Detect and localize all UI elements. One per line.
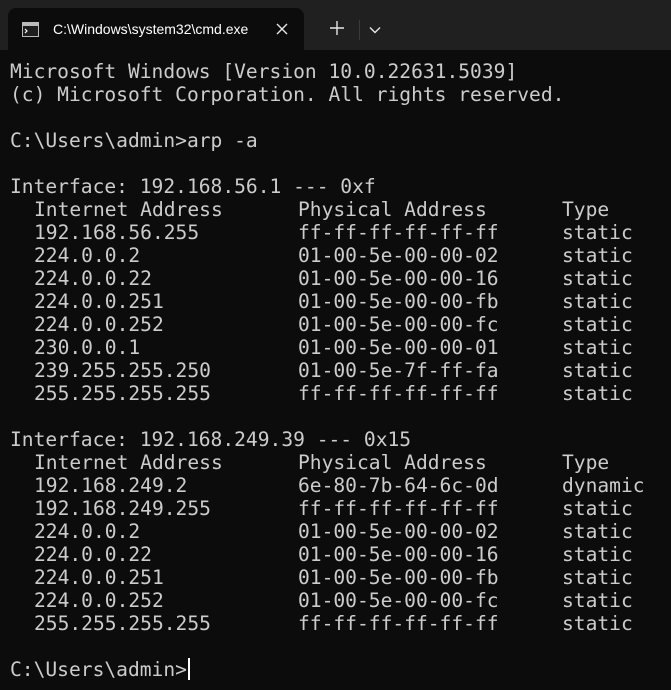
arp-entry-row: 255.255.255.255 ff-ff-ff-ff-ff-ff static xyxy=(10,612,671,635)
arp-mac: 6e-80-7b-64-6c-0d xyxy=(298,474,499,497)
arp-entry-row: 224.0.0.2 01-00-5e-00-00-02 static xyxy=(10,520,671,543)
arp-ip: 192.168.249.2 xyxy=(34,474,188,497)
arp-type: static xyxy=(562,313,633,336)
arp-mac: 01-00-5e-00-00-01 xyxy=(298,336,499,359)
terminal-output[interactable]: Microsoft Windows [Version 10.0.22631.50… xyxy=(0,50,671,690)
arp-ip: 255.255.255.255 xyxy=(34,612,211,635)
arp-mac: 01-00-5e-00-00-02 xyxy=(298,244,499,267)
arp-ip: 239.255.255.250 xyxy=(34,359,211,382)
terminal-window: C:\Windows\system32\cmd.exe Microsoft Wi… xyxy=(0,0,671,690)
arp-type: static xyxy=(562,267,633,290)
header-physical-address: Physical Address xyxy=(298,451,487,474)
new-tab-button[interactable] xyxy=(320,14,354,46)
arp-entry-row: 224.0.0.22 01-00-5e-00-00-16 static xyxy=(10,267,671,290)
arp-type: static xyxy=(562,382,633,405)
arp-type: static xyxy=(562,221,633,244)
column-header-row: Internet Address Physical Address Type xyxy=(10,451,671,474)
arp-entry-row: 192.168.56.255 ff-ff-ff-ff-ff-ff static xyxy=(10,221,671,244)
chevron-down-icon xyxy=(369,21,381,39)
arp-ip: 224.0.0.251 xyxy=(34,290,164,313)
column-header-row: Internet Address Physical Address Type xyxy=(10,198,671,221)
interface-header: Interface: 192.168.56.1 --- 0xf xyxy=(10,175,376,198)
arp-entry-row: 224.0.0.251 01-00-5e-00-00-fb static xyxy=(10,290,671,313)
arp-mac: 01-00-5e-00-00-fc xyxy=(298,313,499,336)
arp-mac: ff-ff-ff-ff-ff-ff xyxy=(298,221,499,244)
tab-bar: C:\Windows\system32\cmd.exe xyxy=(0,0,671,50)
arp-type: static xyxy=(562,612,633,635)
plus-icon xyxy=(330,20,344,40)
arp-type: static xyxy=(562,290,633,313)
arp-type: static xyxy=(562,336,633,359)
command-line: C:\Users\admin>arp -a xyxy=(10,129,258,152)
arp-ip: 192.168.249.255 xyxy=(34,497,211,520)
arp-ip: 224.0.0.252 xyxy=(34,589,164,612)
prompt-line[interactable]: C:\Users\admin> xyxy=(10,658,671,681)
arp-type: static xyxy=(562,359,633,382)
arp-entry-row: 192.168.249.2 6e-80-7b-64-6c-0d dynamic xyxy=(10,474,671,497)
arp-type: static xyxy=(562,589,633,612)
arp-type: static xyxy=(562,497,633,520)
cmd-icon xyxy=(22,21,39,37)
arp-mac: ff-ff-ff-ff-ff-ff xyxy=(298,382,499,405)
arp-entry-row: 230.0.0.1 01-00-5e-00-00-01 static xyxy=(10,336,671,359)
arp-mac: ff-ff-ff-ff-ff-ff xyxy=(298,497,499,520)
arp-mac: 01-00-5e-00-00-16 xyxy=(298,267,499,290)
tab-cmd[interactable]: C:\Windows\system32\cmd.exe xyxy=(8,8,304,50)
header-physical-address: Physical Address xyxy=(298,198,487,221)
arp-ip: 255.255.255.255 xyxy=(34,382,211,405)
arp-entry-row: 224.0.0.22 01-00-5e-00-00-16 static xyxy=(10,543,671,566)
arp-ip: 224.0.0.252 xyxy=(34,313,164,336)
arp-entry-row: 224.0.0.252 01-00-5e-00-00-fc static xyxy=(10,313,671,336)
arp-mac: 01-00-5e-00-00-fb xyxy=(298,566,499,589)
arp-entry-row: 192.168.249.255 ff-ff-ff-ff-ff-ff static xyxy=(10,497,671,520)
arp-type: static xyxy=(562,520,633,543)
arp-ip: 224.0.0.251 xyxy=(34,566,164,589)
arp-ip: 230.0.0.1 xyxy=(34,336,141,359)
arp-entry-row: 224.0.0.252 01-00-5e-00-00-fc static xyxy=(10,589,671,612)
arp-type: static xyxy=(562,566,633,589)
arp-entry-row: 239.255.255.250 01-00-5e-7f-ff-fa static xyxy=(10,359,671,382)
copyright-line: (c) Microsoft Corporation. All rights re… xyxy=(10,83,565,106)
interface-header: Interface: 192.168.249.39 --- 0x15 xyxy=(10,428,412,451)
arp-ip: 192.168.56.255 xyxy=(34,221,200,244)
arp-type: static xyxy=(562,244,633,267)
header-internet-address: Internet Address xyxy=(34,451,223,474)
arp-mac: 01-00-5e-00-00-fc xyxy=(298,589,499,612)
header-type: Type xyxy=(562,451,610,474)
text-cursor xyxy=(187,658,190,680)
banner-line: Microsoft Windows [Version 10.0.22631.50… xyxy=(10,60,518,83)
prompt-text: C:\Users\admin> xyxy=(10,658,187,681)
arp-type: static xyxy=(562,543,633,566)
arp-mac: 01-00-5e-00-00-fb xyxy=(298,290,499,313)
arp-mac: 01-00-5e-00-00-02 xyxy=(298,520,499,543)
arp-type: dynamic xyxy=(562,474,645,497)
header-type: Type xyxy=(562,198,610,221)
arp-entry-row: 224.0.0.2 01-00-5e-00-00-02 static xyxy=(10,244,671,267)
arp-ip: 224.0.0.22 xyxy=(34,543,152,566)
arp-ip: 224.0.0.2 xyxy=(34,520,141,543)
arp-ip: 224.0.0.2 xyxy=(34,244,141,267)
close-icon[interactable] xyxy=(272,19,292,39)
header-internet-address: Internet Address xyxy=(34,198,223,221)
arp-entry-row: 224.0.0.251 01-00-5e-00-00-fb static xyxy=(10,566,671,589)
arp-ip: 224.0.0.22 xyxy=(34,267,152,290)
tab-title: C:\Windows\system32\cmd.exe xyxy=(53,21,249,37)
arp-mac: 01-00-5e-00-00-16 xyxy=(298,543,499,566)
arp-entry-row: 255.255.255.255 ff-ff-ff-ff-ff-ff static xyxy=(10,382,671,405)
tab-divider xyxy=(359,20,360,40)
arp-mac: ff-ff-ff-ff-ff-ff xyxy=(298,612,499,635)
arp-mac: 01-00-5e-7f-ff-fa xyxy=(298,359,499,382)
profile-dropdown-button[interactable] xyxy=(362,14,388,46)
